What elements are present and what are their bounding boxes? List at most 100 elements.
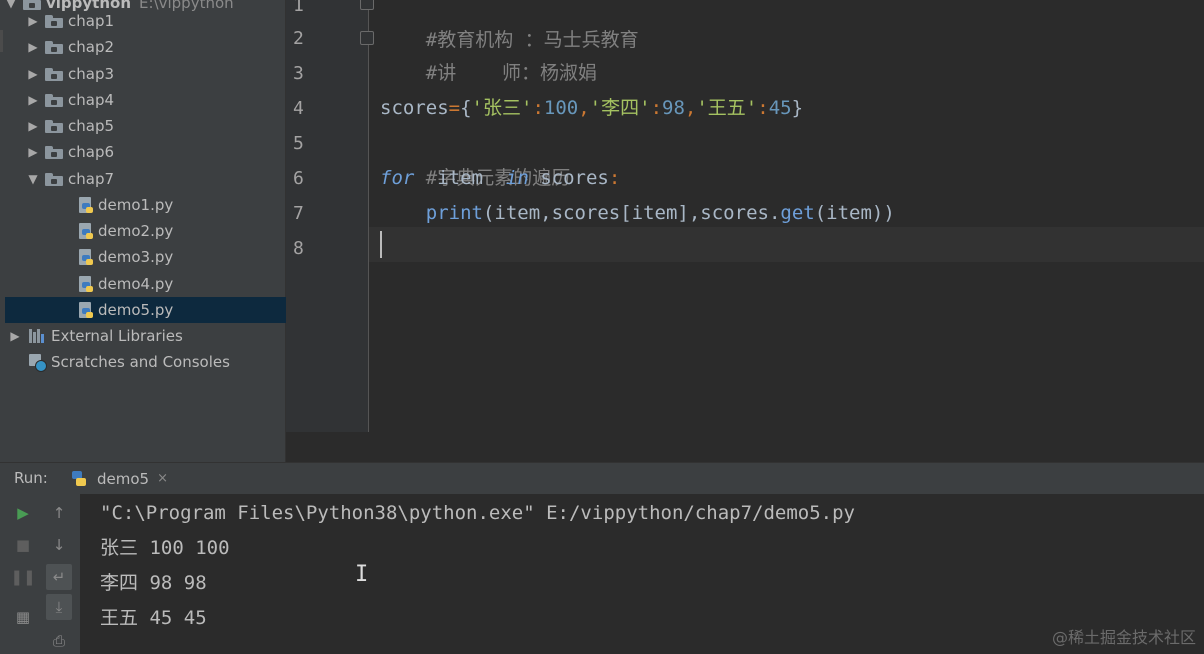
code-keyword: in (505, 167, 529, 189)
run-console[interactable]: "C:\Program Files\Python38\python.exe" E… (80, 494, 1204, 654)
code-comment: #讲 师：杨淑娟 (425, 62, 597, 84)
run-panel-header: Run: demo5 × (0, 462, 1204, 494)
arrow-up-icon[interactable]: ↑ (46, 500, 72, 526)
code-colon: : (650, 97, 663, 119)
tree-item-chap6[interactable]: ▶ chap6 (5, 139, 286, 165)
folder-icon (45, 93, 63, 107)
tree-item-demo4[interactable]: demo4.py (5, 271, 286, 297)
tree-item-label: chap1 (68, 12, 115, 30)
gutter-separator (368, 0, 369, 432)
library-icon (29, 329, 45, 343)
code-args: (item)) (814, 202, 895, 224)
chevron-right-icon[interactable]: ▶ (27, 40, 39, 54)
run-label: Run: (14, 469, 48, 487)
line-number: 2 (293, 28, 304, 49)
code-line-2: #讲 师：杨淑娟 (380, 21, 597, 84)
soft-wrap-icon[interactable]: ↵ (46, 564, 72, 590)
python-file-icon (79, 196, 93, 214)
tree-item-label: chap3 (68, 65, 115, 83)
scratches-icon (29, 354, 47, 372)
tree-item-external-libraries[interactable]: ▶ External Libraries (5, 323, 286, 349)
tree-item-demo5[interactable]: demo5.py (5, 297, 286, 323)
python-run-icon (72, 470, 86, 487)
print-icon[interactable]: ⎙ (46, 628, 72, 654)
line-number: 7 (293, 203, 304, 224)
code-line-7: print(item,scores[item],scores.get(item)… (380, 196, 895, 231)
tree-item-demo2[interactable]: demo2.py (5, 218, 286, 244)
code-builtin: print (425, 202, 483, 224)
code-colon: : (608, 167, 621, 189)
tree-item-label: chap2 (68, 38, 115, 56)
code-variable: item (437, 167, 483, 189)
tool-strip-marker (0, 30, 3, 52)
code-line-1: #教育机构 ：马士兵教育 (380, 0, 639, 51)
tree-item-chap4[interactable]: ▶ chap4 (5, 87, 286, 113)
pause-icon[interactable]: ❚❚ (10, 564, 36, 590)
run-tab-demo5[interactable]: demo5 × (62, 463, 182, 494)
arrow-down-icon[interactable]: ↓ (46, 532, 72, 558)
code-editor[interactable]: 1 2 3 4 5 6 7 8 #教育机构 ：马士兵教育 #讲 师：杨淑娟 sc… (286, 0, 1204, 432)
code-brace: { (460, 97, 472, 119)
play-icon[interactable]: ▶ (10, 500, 36, 526)
close-icon[interactable]: × (157, 471, 168, 486)
folder-icon (45, 172, 63, 186)
tree-item-label: chap7 (68, 170, 115, 188)
code-keyword: for (380, 167, 415, 189)
line-number: 5 (293, 133, 304, 154)
chevron-right-icon[interactable]: ▶ (27, 145, 39, 159)
console-line: "C:\Program Files\Python38\python.exe" E… (100, 502, 855, 524)
line-number: 6 (293, 168, 304, 189)
chevron-right-icon[interactable]: ▶ (27, 119, 39, 133)
chevron-right-icon[interactable]: ▶ (27, 93, 39, 107)
tree-item-chap2[interactable]: ▶ chap2 (5, 34, 286, 60)
run-toolbar: ▶ ↑ ■ ↓ ❚❚ ↵ ▦ ⤓ ⎙ (0, 494, 80, 654)
code-number: 98 (662, 97, 685, 119)
text-caret (380, 231, 382, 258)
scroll-to-end-icon[interactable]: ⤓ (46, 594, 72, 620)
tree-item-chap1[interactable]: ▶ chap1 (5, 8, 286, 34)
code-number: 45 (768, 97, 792, 119)
code-comma: , (684, 97, 697, 119)
layout-icon[interactable]: ▦ (10, 604, 36, 630)
chevron-right-icon[interactable]: ▶ (9, 329, 21, 343)
tree-item-chap3[interactable]: ▶ chap3 (5, 61, 286, 87)
fold-marker-icon[interactable] (360, 0, 374, 10)
code-args: (item,scores[item],scores. (482, 202, 781, 224)
tree-item-label: Scratches and Consoles (51, 353, 230, 371)
tree-item-chap5[interactable]: ▶ chap5 (5, 113, 286, 139)
code-string: '张三' (471, 97, 533, 119)
code-string: '王五' (696, 97, 758, 119)
chevron-right-icon[interactable]: ▶ (27, 67, 39, 81)
chevron-right-icon[interactable]: ▶ (27, 14, 39, 28)
python-file-icon (79, 248, 93, 266)
folder-icon (45, 145, 63, 159)
tree-item-scratches[interactable]: Scratches and Consoles (5, 349, 286, 375)
code-variable: scores (380, 97, 449, 119)
mouse-ibeam-cursor-icon: I (355, 562, 369, 587)
python-file-icon (79, 222, 93, 240)
code-brace: } (791, 97, 804, 119)
tree-item-demo3[interactable]: demo3.py (5, 244, 286, 270)
tree-item-label: chap4 (68, 91, 115, 109)
tree-item-label: chap5 (68, 117, 115, 135)
fold-marker-icon[interactable] (360, 31, 374, 45)
code-colon: : (532, 97, 544, 119)
project-panel: ▼ vippython E:\vippython ▶ chap1 ▶ chap2… (5, 0, 286, 462)
python-file-icon (79, 275, 93, 293)
tree-item-label: demo3.py (98, 248, 174, 266)
run-tab-label: demo5 (97, 469, 150, 488)
tree-item-label: chap6 (68, 143, 115, 161)
folder-icon (45, 40, 63, 54)
tree-item-label: demo4.py (98, 275, 174, 293)
code-method: get (780, 202, 815, 224)
folder-icon (45, 67, 63, 81)
tree-item-demo1[interactable]: demo1.py (5, 192, 286, 218)
tree-item-label: demo5.py (98, 301, 174, 319)
chevron-down-icon[interactable]: ▼ (27, 172, 39, 186)
tree-item-label: demo2.py (98, 222, 174, 240)
line-number: 4 (293, 98, 304, 119)
tree-item-chap7[interactable]: ▼ chap7 (5, 166, 286, 192)
editor-bottom-gap (286, 432, 1204, 462)
stop-icon[interactable]: ■ (10, 532, 36, 558)
code-variable: scores (540, 167, 609, 189)
